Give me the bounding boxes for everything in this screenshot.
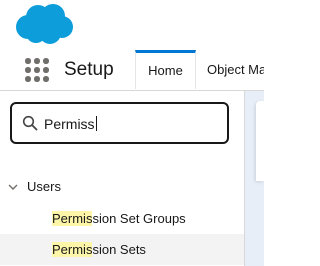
section-users[interactable]: Users [0,177,244,199]
nav-item-permission-set-groups[interactable]: Permission Set Groups [0,203,244,234]
section-users-label: Users [27,179,61,194]
brand-bar [0,0,264,50]
search-icon [22,115,38,131]
text-caret [95,116,97,131]
search-input-value[interactable]: Permiss [44,116,97,132]
search-match-highlight: Permis [52,242,93,257]
tab-object-manager[interactable]: Object Ma [207,50,264,89]
nav-item-label: Permission Set Groups [52,211,186,226]
chevron-down-icon[interactable] [8,182,18,192]
app-name: Setup [64,59,114,80]
quick-find-search-input[interactable]: Permiss [10,102,229,144]
content-card-edge [256,101,264,181]
nav-item-permission-sets[interactable]: Permission Sets [0,234,244,265]
setup-page: Setup Home Object Ma Permiss Users Permi… [0,0,264,266]
tab-home[interactable]: Home [135,50,196,89]
nav-item-label: Permission Sets [52,242,146,257]
salesforce-cloud-icon[interactable] [12,2,74,46]
app-navigation-bar: Setup Home Object Ma [0,50,264,91]
setup-sidebar: Permiss Users Permission Set Groups Perm… [0,91,244,266]
app-launcher-grid-icon[interactable] [24,57,50,83]
search-match-highlight: Permis [52,211,93,226]
